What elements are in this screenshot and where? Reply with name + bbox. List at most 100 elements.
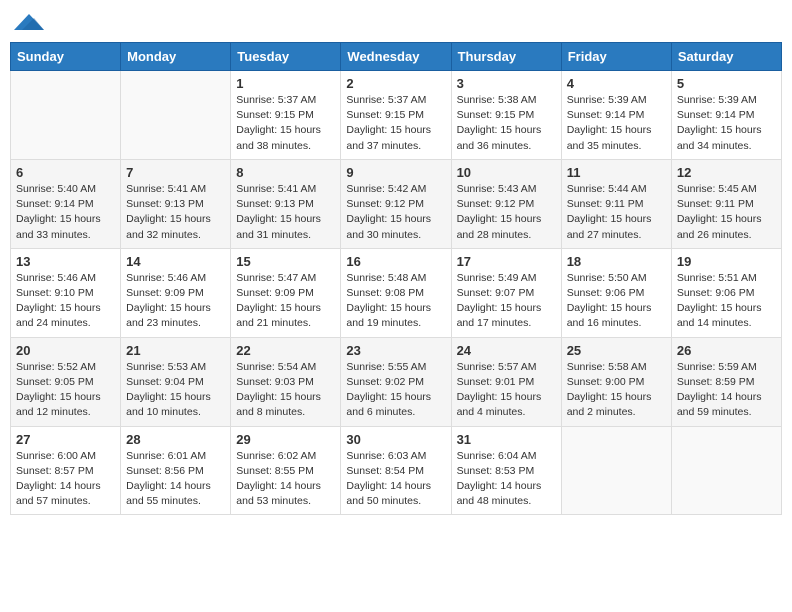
- day-number: 3: [457, 76, 556, 91]
- sunset-text: Sunset: 8:54 PM: [346, 465, 424, 477]
- daylight-text: Daylight: 15 hours and 30 minutes.: [346, 213, 431, 240]
- day-number: 27: [16, 432, 115, 447]
- sunset-text: Sunset: 9:00 PM: [567, 376, 645, 388]
- sunset-text: Sunset: 9:15 PM: [346, 109, 424, 121]
- calendar-day-cell: 19 Sunrise: 5:51 AM Sunset: 9:06 PM Dayl…: [671, 248, 781, 337]
- sunrise-text: Sunrise: 5:40 AM: [16, 183, 96, 195]
- daylight-text: Daylight: 15 hours and 10 minutes.: [126, 391, 211, 418]
- day-number: 16: [346, 254, 445, 269]
- daylight-text: Daylight: 15 hours and 36 minutes.: [457, 124, 542, 151]
- daylight-text: Daylight: 14 hours and 55 minutes.: [126, 480, 211, 507]
- calendar-day-cell: 25 Sunrise: 5:58 AM Sunset: 9:00 PM Dayl…: [561, 337, 671, 426]
- daylight-text: Daylight: 15 hours and 33 minutes.: [16, 213, 101, 240]
- day-number: 2: [346, 76, 445, 91]
- calendar-day-cell: 13 Sunrise: 5:46 AM Sunset: 9:10 PM Dayl…: [11, 248, 121, 337]
- daylight-text: Daylight: 15 hours and 19 minutes.: [346, 302, 431, 329]
- calendar-day-cell: 7 Sunrise: 5:41 AM Sunset: 9:13 PM Dayli…: [121, 159, 231, 248]
- calendar-day-cell: [561, 426, 671, 515]
- calendar-header-row: SundayMondayTuesdayWednesdayThursdayFrid…: [11, 43, 782, 71]
- calendar-day-cell: 3 Sunrise: 5:38 AM Sunset: 9:15 PM Dayli…: [451, 71, 561, 160]
- calendar-week-row: 20 Sunrise: 5:52 AM Sunset: 9:05 PM Dayl…: [11, 337, 782, 426]
- sunset-text: Sunset: 9:12 PM: [457, 198, 535, 210]
- sunrise-text: Sunrise: 5:39 AM: [567, 94, 647, 106]
- calendar-day-cell: 12 Sunrise: 5:45 AM Sunset: 9:11 PM Dayl…: [671, 159, 781, 248]
- day-of-week-header: Monday: [121, 43, 231, 71]
- day-of-week-header: Tuesday: [231, 43, 341, 71]
- calendar-day-cell: 2 Sunrise: 5:37 AM Sunset: 9:15 PM Dayli…: [341, 71, 451, 160]
- day-info: Sunrise: 5:52 AM Sunset: 9:05 PM Dayligh…: [16, 360, 115, 421]
- sunset-text: Sunset: 9:07 PM: [457, 287, 535, 299]
- daylight-text: Daylight: 15 hours and 14 minutes.: [677, 302, 762, 329]
- sunrise-text: Sunrise: 5:43 AM: [457, 183, 537, 195]
- calendar-day-cell: [11, 71, 121, 160]
- calendar-day-cell: 27 Sunrise: 6:00 AM Sunset: 8:57 PM Dayl…: [11, 426, 121, 515]
- calendar-day-cell: 24 Sunrise: 5:57 AM Sunset: 9:01 PM Dayl…: [451, 337, 561, 426]
- day-info: Sunrise: 5:37 AM Sunset: 9:15 PM Dayligh…: [346, 93, 445, 154]
- daylight-text: Daylight: 15 hours and 16 minutes.: [567, 302, 652, 329]
- logo: [14, 10, 48, 34]
- day-info: Sunrise: 5:49 AM Sunset: 9:07 PM Dayligh…: [457, 271, 556, 332]
- calendar-day-cell: 15 Sunrise: 5:47 AM Sunset: 9:09 PM Dayl…: [231, 248, 341, 337]
- calendar-day-cell: 6 Sunrise: 5:40 AM Sunset: 9:14 PM Dayli…: [11, 159, 121, 248]
- day-number: 25: [567, 343, 666, 358]
- day-number: 9: [346, 165, 445, 180]
- day-of-week-header: Sunday: [11, 43, 121, 71]
- calendar-day-cell: 18 Sunrise: 5:50 AM Sunset: 9:06 PM Dayl…: [561, 248, 671, 337]
- daylight-text: Daylight: 15 hours and 31 minutes.: [236, 213, 321, 240]
- calendar-day-cell: 9 Sunrise: 5:42 AM Sunset: 9:12 PM Dayli…: [341, 159, 451, 248]
- sunset-text: Sunset: 9:01 PM: [457, 376, 535, 388]
- day-number: 8: [236, 165, 335, 180]
- calendar-day-cell: 11 Sunrise: 5:44 AM Sunset: 9:11 PM Dayl…: [561, 159, 671, 248]
- daylight-text: Daylight: 15 hours and 32 minutes.: [126, 213, 211, 240]
- day-info: Sunrise: 5:38 AM Sunset: 9:15 PM Dayligh…: [457, 93, 556, 154]
- sunrise-text: Sunrise: 5:41 AM: [126, 183, 206, 195]
- day-info: Sunrise: 5:48 AM Sunset: 9:08 PM Dayligh…: [346, 271, 445, 332]
- day-number: 24: [457, 343, 556, 358]
- day-number: 1: [236, 76, 335, 91]
- day-number: 22: [236, 343, 335, 358]
- day-info: Sunrise: 6:04 AM Sunset: 8:53 PM Dayligh…: [457, 449, 556, 510]
- calendar-week-row: 13 Sunrise: 5:46 AM Sunset: 9:10 PM Dayl…: [11, 248, 782, 337]
- daylight-text: Daylight: 15 hours and 12 minutes.: [16, 391, 101, 418]
- daylight-text: Daylight: 15 hours and 23 minutes.: [126, 302, 211, 329]
- daylight-text: Daylight: 14 hours and 48 minutes.: [457, 480, 542, 507]
- sunset-text: Sunset: 9:11 PM: [567, 198, 644, 210]
- day-info: Sunrise: 5:59 AM Sunset: 8:59 PM Dayligh…: [677, 360, 776, 421]
- page-header: [10, 10, 782, 34]
- day-number: 14: [126, 254, 225, 269]
- sunrise-text: Sunrise: 5:42 AM: [346, 183, 426, 195]
- day-number: 11: [567, 165, 666, 180]
- day-info: Sunrise: 5:57 AM Sunset: 9:01 PM Dayligh…: [457, 360, 556, 421]
- daylight-text: Daylight: 15 hours and 38 minutes.: [236, 124, 321, 151]
- calendar-day-cell: 16 Sunrise: 5:48 AM Sunset: 9:08 PM Dayl…: [341, 248, 451, 337]
- day-of-week-header: Friday: [561, 43, 671, 71]
- sunrise-text: Sunrise: 5:48 AM: [346, 272, 426, 284]
- daylight-text: Daylight: 15 hours and 8 minutes.: [236, 391, 321, 418]
- sunrise-text: Sunrise: 5:38 AM: [457, 94, 537, 106]
- daylight-text: Daylight: 15 hours and 4 minutes.: [457, 391, 542, 418]
- calendar-day-cell: 22 Sunrise: 5:54 AM Sunset: 9:03 PM Dayl…: [231, 337, 341, 426]
- day-info: Sunrise: 5:43 AM Sunset: 9:12 PM Dayligh…: [457, 182, 556, 243]
- sunrise-text: Sunrise: 6:01 AM: [126, 450, 206, 462]
- day-info: Sunrise: 5:53 AM Sunset: 9:04 PM Dayligh…: [126, 360, 225, 421]
- daylight-text: Daylight: 15 hours and 26 minutes.: [677, 213, 762, 240]
- calendar-day-cell: 1 Sunrise: 5:37 AM Sunset: 9:15 PM Dayli…: [231, 71, 341, 160]
- sunset-text: Sunset: 9:13 PM: [236, 198, 314, 210]
- day-of-week-header: Saturday: [671, 43, 781, 71]
- day-number: 17: [457, 254, 556, 269]
- day-of-week-header: Wednesday: [341, 43, 451, 71]
- sunset-text: Sunset: 8:55 PM: [236, 465, 314, 477]
- sunrise-text: Sunrise: 6:04 AM: [457, 450, 537, 462]
- sunset-text: Sunset: 8:56 PM: [126, 465, 204, 477]
- sunrise-text: Sunrise: 5:58 AM: [567, 361, 647, 373]
- daylight-text: Daylight: 15 hours and 17 minutes.: [457, 302, 542, 329]
- day-info: Sunrise: 6:01 AM Sunset: 8:56 PM Dayligh…: [126, 449, 225, 510]
- sunset-text: Sunset: 8:59 PM: [677, 376, 755, 388]
- calendar-week-row: 6 Sunrise: 5:40 AM Sunset: 9:14 PM Dayli…: [11, 159, 782, 248]
- day-number: 4: [567, 76, 666, 91]
- sunrise-text: Sunrise: 5:41 AM: [236, 183, 316, 195]
- day-number: 10: [457, 165, 556, 180]
- calendar-day-cell: [121, 71, 231, 160]
- daylight-text: Daylight: 15 hours and 27 minutes.: [567, 213, 652, 240]
- sunset-text: Sunset: 9:04 PM: [126, 376, 204, 388]
